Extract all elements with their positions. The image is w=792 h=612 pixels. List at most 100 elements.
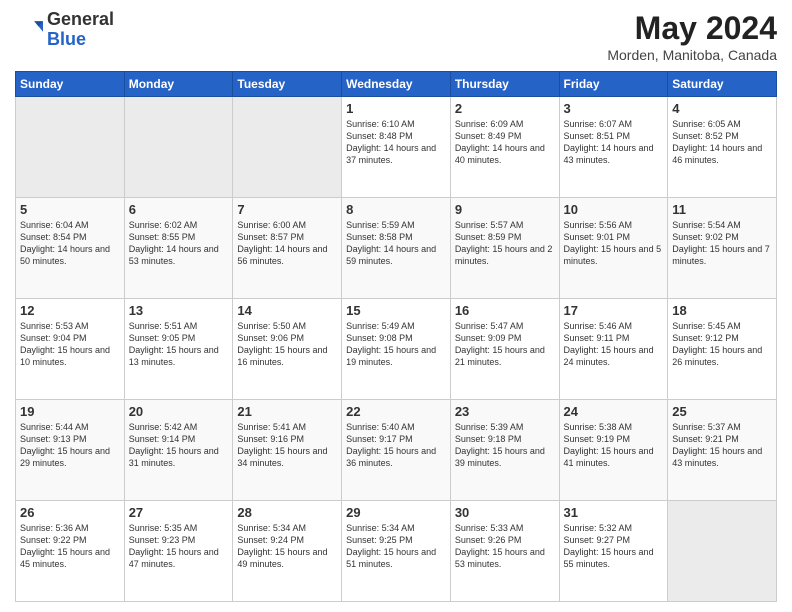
calendar-cell: 23 Sunrise: 5:39 AMSunset: 9:18 PMDayligh… bbox=[450, 400, 559, 501]
logo-general: General bbox=[47, 9, 114, 29]
cell-info: Sunrise: 5:35 AMSunset: 9:23 PMDaylight:… bbox=[129, 522, 229, 571]
weekday-header-saturday: Saturday bbox=[668, 72, 777, 97]
cell-info: Sunrise: 6:00 AMSunset: 8:57 PMDaylight:… bbox=[237, 219, 337, 268]
calendar-cell: 12 Sunrise: 5:53 AMSunset: 9:04 PMDayligh… bbox=[16, 299, 125, 400]
logo: General Blue bbox=[15, 10, 114, 50]
day-number: 28 bbox=[237, 505, 337, 520]
day-number: 11 bbox=[672, 202, 772, 217]
cell-info: Sunrise: 5:33 AMSunset: 9:26 PMDaylight:… bbox=[455, 522, 555, 571]
calendar-title: May 2024 bbox=[607, 10, 777, 47]
calendar-cell: 7 Sunrise: 6:00 AMSunset: 8:57 PMDaylight… bbox=[233, 198, 342, 299]
cell-info: Sunrise: 6:04 AMSunset: 8:54 PMDaylight:… bbox=[20, 219, 120, 268]
calendar-cell: 11Sunrise: 5:54 AMSunset: 9:02 PMDayligh… bbox=[668, 198, 777, 299]
day-number: 31 bbox=[564, 505, 664, 520]
cell-info: Sunrise: 5:42 AMSunset: 9:14 PMDaylight:… bbox=[129, 421, 229, 470]
calendar-cell: 1Sunrise: 6:10 AMSunset: 8:48 PMDaylight… bbox=[342, 97, 451, 198]
calendar-cell: 15 Sunrise: 5:49 AMSunset: 9:08 PMDayligh… bbox=[342, 299, 451, 400]
cell-info: Sunrise: 6:09 AMSunset: 8:49 PMDaylight:… bbox=[455, 118, 555, 167]
calendar-cell: 9 Sunrise: 5:57 AMSunset: 8:59 PMDaylight… bbox=[450, 198, 559, 299]
calendar-cell: 2 Sunrise: 6:09 AMSunset: 8:49 PMDaylight… bbox=[450, 97, 559, 198]
cell-info: Sunrise: 5:37 AMSunset: 9:21 PMDaylight:… bbox=[672, 421, 772, 470]
day-number: 2 bbox=[455, 101, 555, 116]
day-number: 8 bbox=[346, 202, 446, 217]
day-number: 30 bbox=[455, 505, 555, 520]
calendar-page: General Blue May 2024 Morden, Manitoba, … bbox=[0, 0, 792, 612]
calendar-cell: 5Sunrise: 6:04 AMSunset: 8:54 PMDaylight… bbox=[16, 198, 125, 299]
cell-info: Sunrise: 5:39 AMSunset: 9:18 PMDaylight:… bbox=[455, 421, 555, 470]
day-number: 18 bbox=[672, 303, 772, 318]
week-row-3: 12 Sunrise: 5:53 AMSunset: 9:04 PMDayligh… bbox=[16, 299, 777, 400]
calendar-cell bbox=[16, 97, 125, 198]
calendar-body: 1Sunrise: 6:10 AMSunset: 8:48 PMDaylight… bbox=[16, 97, 777, 602]
cell-info: Sunrise: 5:49 AMSunset: 9:08 PMDaylight:… bbox=[346, 320, 446, 369]
day-number: 27 bbox=[129, 505, 229, 520]
logo-text: General Blue bbox=[47, 10, 114, 50]
calendar-cell: 27 Sunrise: 5:35 AMSunset: 9:23 PMDayligh… bbox=[124, 501, 233, 602]
day-number: 19 bbox=[20, 404, 120, 419]
cell-info: Sunrise: 5:57 AMSunset: 8:59 PMDaylight:… bbox=[455, 219, 555, 268]
calendar-cell: 25 Sunrise: 5:37 AMSunset: 9:21 PMDayligh… bbox=[668, 400, 777, 501]
day-number: 13 bbox=[129, 303, 229, 318]
calendar-cell: 14 Sunrise: 5:50 AMSunset: 9:06 PMDayligh… bbox=[233, 299, 342, 400]
calendar-cell: 17Sunrise: 5:46 AMSunset: 9:11 PMDayligh… bbox=[559, 299, 668, 400]
calendar-table: SundayMondayTuesdayWednesdayThursdayFrid… bbox=[15, 71, 777, 602]
day-number: 25 bbox=[672, 404, 772, 419]
day-number: 3 bbox=[564, 101, 664, 116]
calendar-cell: 28Sunrise: 5:34 AMSunset: 9:24 PMDayligh… bbox=[233, 501, 342, 602]
calendar-subtitle: Morden, Manitoba, Canada bbox=[607, 47, 777, 63]
calendar-cell: 16Sunrise: 5:47 AMSunset: 9:09 PMDayligh… bbox=[450, 299, 559, 400]
cell-info: Sunrise: 5:38 AMSunset: 9:19 PMDaylight:… bbox=[564, 421, 664, 470]
calendar-cell: 29Sunrise: 5:34 AMSunset: 9:25 PMDayligh… bbox=[342, 501, 451, 602]
day-number: 15 bbox=[346, 303, 446, 318]
weekday-header-sunday: Sunday bbox=[16, 72, 125, 97]
logo-icon bbox=[15, 16, 43, 44]
calendar-cell: 31Sunrise: 5:32 AMSunset: 9:27 PMDayligh… bbox=[559, 501, 668, 602]
calendar-cell: 22Sunrise: 5:40 AMSunset: 9:17 PMDayligh… bbox=[342, 400, 451, 501]
cell-info: Sunrise: 5:45 AMSunset: 9:12 PMDaylight:… bbox=[672, 320, 772, 369]
cell-info: Sunrise: 5:59 AMSunset: 8:58 PMDaylight:… bbox=[346, 219, 446, 268]
weekday-header-tuesday: Tuesday bbox=[233, 72, 342, 97]
calendar-cell: 13 Sunrise: 5:51 AMSunset: 9:05 PMDayligh… bbox=[124, 299, 233, 400]
weekday-header-monday: Monday bbox=[124, 72, 233, 97]
day-number: 24 bbox=[564, 404, 664, 419]
week-row-1: 1Sunrise: 6:10 AMSunset: 8:48 PMDaylight… bbox=[16, 97, 777, 198]
cell-info: Sunrise: 5:47 AMSunset: 9:09 PMDaylight:… bbox=[455, 320, 555, 369]
week-row-5: 26Sunrise: 5:36 AMSunset: 9:22 PMDayligh… bbox=[16, 501, 777, 602]
weekday-header-thursday: Thursday bbox=[450, 72, 559, 97]
calendar-cell: 3 Sunrise: 6:07 AMSunset: 8:51 PMDaylight… bbox=[559, 97, 668, 198]
calendar-cell bbox=[124, 97, 233, 198]
cell-info: Sunrise: 5:46 AMSunset: 9:11 PMDaylight:… bbox=[564, 320, 664, 369]
cell-info: Sunrise: 6:05 AMSunset: 8:52 PMDaylight:… bbox=[672, 118, 772, 167]
cell-info: Sunrise: 5:51 AMSunset: 9:05 PMDaylight:… bbox=[129, 320, 229, 369]
calendar-cell: 21Sunrise: 5:41 AMSunset: 9:16 PMDayligh… bbox=[233, 400, 342, 501]
cell-info: Sunrise: 5:50 AMSunset: 9:06 PMDaylight:… bbox=[237, 320, 337, 369]
day-number: 14 bbox=[237, 303, 337, 318]
day-number: 9 bbox=[455, 202, 555, 217]
cell-info: Sunrise: 5:34 AMSunset: 9:25 PMDaylight:… bbox=[346, 522, 446, 571]
cell-info: Sunrise: 5:56 AMSunset: 9:01 PMDaylight:… bbox=[564, 219, 664, 268]
calendar-cell: 6Sunrise: 6:02 AMSunset: 8:55 PMDaylight… bbox=[124, 198, 233, 299]
cell-info: Sunrise: 5:44 AMSunset: 9:13 PMDaylight:… bbox=[20, 421, 120, 470]
day-number: 10 bbox=[564, 202, 664, 217]
calendar-cell: 20Sunrise: 5:42 AMSunset: 9:14 PMDayligh… bbox=[124, 400, 233, 501]
day-number: 12 bbox=[20, 303, 120, 318]
logo-blue: Blue bbox=[47, 29, 86, 49]
calendar-cell: 18 Sunrise: 5:45 AMSunset: 9:12 PMDayligh… bbox=[668, 299, 777, 400]
day-number: 4 bbox=[672, 101, 772, 116]
title-block: May 2024 Morden, Manitoba, Canada bbox=[607, 10, 777, 63]
calendar-header: SundayMondayTuesdayWednesdayThursdayFrid… bbox=[16, 72, 777, 97]
calendar-cell bbox=[668, 501, 777, 602]
calendar-cell: 10 Sunrise: 5:56 AMSunset: 9:01 PMDayligh… bbox=[559, 198, 668, 299]
weekday-header-friday: Friday bbox=[559, 72, 668, 97]
day-number: 7 bbox=[237, 202, 337, 217]
week-row-2: 5Sunrise: 6:04 AMSunset: 8:54 PMDaylight… bbox=[16, 198, 777, 299]
cell-info: Sunrise: 6:07 AMSunset: 8:51 PMDaylight:… bbox=[564, 118, 664, 167]
weekday-header-row: SundayMondayTuesdayWednesdayThursdayFrid… bbox=[16, 72, 777, 97]
cell-info: Sunrise: 5:36 AMSunset: 9:22 PMDaylight:… bbox=[20, 522, 120, 571]
cell-info: Sunrise: 5:40 AMSunset: 9:17 PMDaylight:… bbox=[346, 421, 446, 470]
calendar-cell: 30 Sunrise: 5:33 AMSunset: 9:26 PMDayligh… bbox=[450, 501, 559, 602]
day-number: 23 bbox=[455, 404, 555, 419]
day-number: 21 bbox=[237, 404, 337, 419]
cell-info: Sunrise: 5:53 AMSunset: 9:04 PMDaylight:… bbox=[20, 320, 120, 369]
calendar-cell: 24 Sunrise: 5:38 AMSunset: 9:19 PMDayligh… bbox=[559, 400, 668, 501]
